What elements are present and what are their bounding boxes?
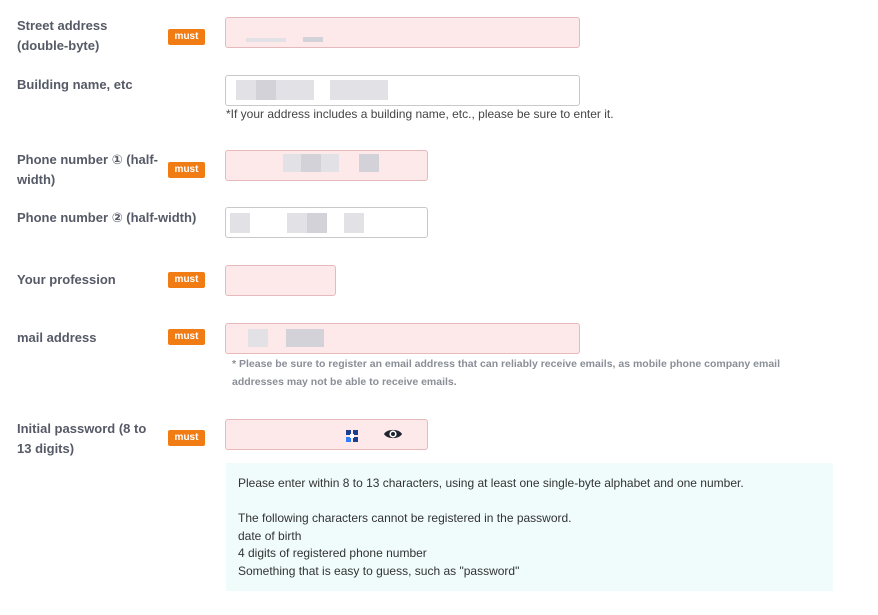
street-address-input[interactable] <box>225 17 580 48</box>
mail-address-required-badge: must <box>168 329 205 345</box>
password-rule-line: Please enter within 8 to 13 characters, … <box>238 476 744 490</box>
phone1-label-line1: Phone number ① (half- <box>17 152 159 167</box>
street-address-label-line2: (double-byte) <box>17 38 100 53</box>
mail-address-label: mail address <box>17 330 97 345</box>
password-rule-line: The following characters cannot be regis… <box>238 511 572 525</box>
street-address-label-line1: Street address <box>17 18 108 33</box>
password-rule-line <box>238 493 821 511</box>
profession-select[interactable] <box>225 265 336 296</box>
phone2-label: Phone number ② (half-width) <box>17 210 197 225</box>
building-name-input[interactable] <box>225 75 580 106</box>
street-address-required-badge: must <box>168 29 205 45</box>
mail-address-note-line1: * Please be sure to register an email ad… <box>232 358 780 370</box>
phone1-input[interactable] <box>225 150 428 181</box>
mail-address-input[interactable] <box>225 323 580 354</box>
password-rule-line: date of birth <box>238 528 302 543</box>
phone2-input[interactable] <box>225 207 428 238</box>
password-rule-line: Something that is easy to guess, such as… <box>238 563 520 578</box>
profession-required-badge: must <box>168 272 205 288</box>
initial-password-label-line2: 13 digits) <box>17 441 75 456</box>
eye-icon[interactable] <box>383 426 403 447</box>
phone1-label: Phone number ① (half- width) <box>17 150 158 190</box>
building-name-label: Building name, etc <box>17 77 133 92</box>
password-rule-line: 4 digits of registered phone number <box>238 546 427 560</box>
phone1-label-line2: width) <box>17 172 56 187</box>
mail-address-note: * Please be sure to register an email ad… <box>232 355 832 391</box>
mail-address-note-line2: addresses may not be able to receive ema… <box>232 376 457 388</box>
initial-password-label-line1: Initial password (8 to <box>17 421 147 436</box>
profession-label: Your profession <box>17 272 116 287</box>
password-manager-icon[interactable] <box>346 429 358 447</box>
initial-password-label: Initial password (8 to 13 digits) <box>17 419 146 459</box>
initial-password-input[interactable] <box>225 419 428 450</box>
building-name-hint: *If your address includes a building nam… <box>226 107 614 121</box>
street-address-label: Street address (double-byte) <box>17 16 107 56</box>
password-rules-box: Please enter within 8 to 13 characters, … <box>226 463 833 591</box>
initial-password-required-badge: must <box>168 430 205 446</box>
phone1-required-badge: must <box>168 162 205 178</box>
